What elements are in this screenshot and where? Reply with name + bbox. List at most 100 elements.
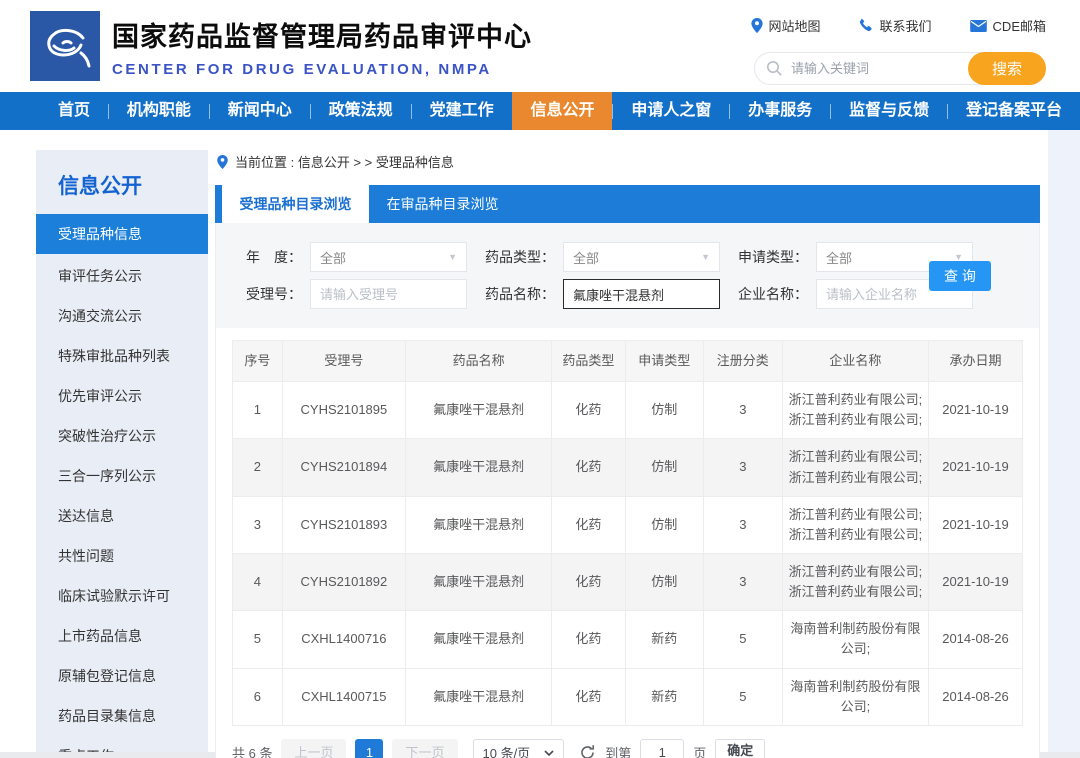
content-panel: 年 度： 全部 ▼ 药品类型： 全部 ▼ 申请类型： 全部 ▼ 受理号： 请输入… xyxy=(215,223,1040,758)
table-cell: 化药 xyxy=(551,381,626,440)
table-cell: 3 xyxy=(232,495,283,554)
page-number-button[interactable]: 1 xyxy=(355,738,384,758)
tab-bar: 受理品种目录浏览 在审品种目录浏览 xyxy=(215,185,1040,223)
sidebar-item-6[interactable]: 突破性治疗公示 xyxy=(36,416,208,456)
confirm-button[interactable]: 确定 xyxy=(715,738,766,758)
table-cell: 化药 xyxy=(551,495,626,554)
sidebar-menu: 受理品种信息 审评任务公示 沟通交流公示 特殊审批品种列表 优先审评公示 突破性治疗公示三… xyxy=(36,214,208,752)
table-cell: CYHS2101893 xyxy=(281,495,407,554)
nav-item-1[interactable]: 首页 xyxy=(40,92,108,130)
col-header-3: 药品名称 xyxy=(404,339,553,383)
table-cell: 2014-08-26 xyxy=(927,667,1024,726)
table-cell: CYHS2101895 xyxy=(281,381,407,440)
nav-item-10[interactable]: 登记备案平台 xyxy=(948,92,1080,130)
sidebar-item-7[interactable]: 三合一序列公示 xyxy=(36,456,208,496)
sidebar-item-2[interactable]: 审评任务公示 xyxy=(36,256,208,296)
table-row-3[interactable]: 3 CYHS2101893 氟康唑干混悬剂 化药 仿制 3 浙江普利药业有限公司;浙江普利药… xyxy=(232,495,1024,554)
drug-name-input[interactable] xyxy=(563,279,720,309)
table-cell: 仿制 xyxy=(624,552,704,612)
filter-row-1: 年 度： 全部 ▼ 药品类型： 全部 ▼ 申请类型： 全部 ▼ xyxy=(228,242,1021,272)
prev-page-button[interactable]: 上一页 xyxy=(281,738,347,758)
table-cell: 化药 xyxy=(551,667,626,726)
nav-item-8[interactable]: 办事服务 xyxy=(730,92,830,130)
table-cell: 氟康唑干混悬剂 xyxy=(404,667,553,726)
table-cell: 5 xyxy=(232,610,283,669)
table-cell: 6 xyxy=(232,667,283,726)
sidebar: 信息公开 受理品种信息 审评任务公示 沟通交流公示 特殊审批品种列表 优先审评公示 突破性… xyxy=(36,150,208,752)
sidebar-item-11[interactable]: 上市药品信息 xyxy=(36,616,208,656)
sidebar-item-10[interactable]: 临床试验默示许可 xyxy=(36,576,208,616)
col-header-5: 申请类型 xyxy=(624,339,704,383)
filter-acceptance-no: 受理号： xyxy=(228,279,467,309)
table-cell: 2021-10-19 xyxy=(927,381,1024,440)
filter-row-2: 受理号： 药品名称： 企业名称： xyxy=(228,279,1021,309)
apply-type-value: 全部 xyxy=(826,250,853,266)
nav-item-2[interactable]: 机构职能 xyxy=(109,92,209,130)
year-select[interactable]: 全部 ▼ xyxy=(310,242,467,272)
sidebar-item-12[interactable]: 原辅包登记信息 xyxy=(36,656,208,696)
next-page-button[interactable]: 下一页 xyxy=(392,738,458,758)
company-name-label: 企业名称： xyxy=(738,286,808,302)
mail-icon xyxy=(969,19,987,32)
table-row-6[interactable]: 6 CXHL1400715 氟康唑干混悬剂 化药 新药 5 海南普利制药股份有限公司; 201… xyxy=(232,667,1024,726)
col-header-4: 药品类型 xyxy=(551,339,626,383)
table-row-2[interactable]: 2 CYHS2101894 氟康唑干混悬剂 化药 仿制 3 浙江普利药业有限公司;浙江普利药… xyxy=(232,438,1024,497)
phone-icon xyxy=(859,18,872,32)
table-cell: 新药 xyxy=(624,610,704,669)
nav-item-9[interactable]: 监督与反馈 xyxy=(831,92,947,130)
page-size-value: 10 条/页 xyxy=(482,746,531,758)
page-size-select[interactable]: 10 条/页 xyxy=(472,738,565,758)
sidebar-item-14[interactable]: 重点工作 xyxy=(36,736,208,752)
table-row-1[interactable]: 1 CYHS2101895 氟康唑干混悬剂 化药 仿制 3 浙江普利药业有限公司;浙江普利药… xyxy=(232,381,1024,440)
sidebar-item-13[interactable]: 药品目录集信息 xyxy=(36,696,208,736)
drug-type-value: 全部 xyxy=(573,250,600,266)
table-cell: 浙江普利药业有限公司;浙江普利药业有限公司; xyxy=(781,381,929,440)
filter-drug-name: 药品名称： xyxy=(481,279,720,309)
sidebar-item-1[interactable]: 受理品种信息 xyxy=(36,214,208,254)
contact-link[interactable]: 联系我们 xyxy=(859,16,932,35)
site-title: 国家药品监督管理局药品审评中心 xyxy=(112,22,532,52)
col-header-1: 序号 xyxy=(232,339,283,383)
nav-item-6[interactable]: 信息公开 xyxy=(512,92,613,130)
table-cell: 浙江普利药业有限公司;浙江普利药业有限公司; xyxy=(781,552,929,612)
table-row-4[interactable]: 4 CYHS2101892 氟康唑干混悬剂 化药 仿制 3 浙江普利药业有限公司;浙江普利药… xyxy=(232,552,1024,612)
drug-type-select[interactable]: 全部 ▼ xyxy=(563,242,720,272)
main-content: 当前位置 : 信息公开 > > 受理品种信息 受理品种目录浏览 在审品种目录浏览 … xyxy=(215,150,1040,758)
header-links: 网站地图 联系我们 CDE邮箱 xyxy=(750,16,1046,35)
nav-item-5[interactable]: 党建工作 xyxy=(412,92,512,130)
tab-2[interactable]: 在审品种目录浏览 xyxy=(369,185,516,223)
table-cell: 海南普利制药股份有限公司; xyxy=(781,667,929,726)
pagination: 共 6 条 上一页 1 下一页 10 条/页 到第 页 确定 xyxy=(216,725,1039,758)
location-pin-icon xyxy=(217,154,228,169)
acceptance-no-input[interactable] xyxy=(310,279,467,309)
table-cell: 5 xyxy=(702,667,783,726)
sitemap-link[interactable]: 网站地图 xyxy=(750,16,821,35)
nav-item-3[interactable]: 新闻中心 xyxy=(210,92,310,130)
sidebar-item-9[interactable]: 共性问题 xyxy=(36,536,208,576)
sidebar-item-4[interactable]: 特殊审批品种列表 xyxy=(36,336,208,376)
search-button[interactable]: 搜索 xyxy=(968,52,1046,85)
tab-1[interactable]: 受理品种目录浏览 xyxy=(222,185,369,223)
table-cell: 2021-10-19 xyxy=(927,438,1024,497)
site-title-block: 国家药品监督管理局药品审评中心 CENTER FOR DRUG EVALUATI… xyxy=(112,15,532,78)
table-cell: 浙江普利药业有限公司;浙江普利药业有限公司; xyxy=(781,495,929,554)
header-search: 搜索 xyxy=(754,52,1046,85)
table-row-5[interactable]: 5 CXHL1400716 氟康唑干混悬剂 化药 新药 5 海南普利制药股份有限公司; 201… xyxy=(232,610,1024,669)
sidebar-title: 信息公开 xyxy=(58,175,142,198)
nav-item-7[interactable]: 申请人之窗 xyxy=(613,92,729,130)
sidebar-item-8[interactable]: 送达信息 xyxy=(36,496,208,536)
col-header-8: 承办日期 xyxy=(927,339,1024,383)
goto-page-input[interactable] xyxy=(640,738,685,758)
sitemap-label: 网站地图 xyxy=(768,19,821,34)
nav-item-4[interactable]: 政策法规 xyxy=(311,92,411,130)
refresh-button[interactable] xyxy=(579,744,596,758)
logo-fish-icon xyxy=(47,29,91,68)
chevron-down-icon xyxy=(544,750,554,756)
query-button[interactable]: 查 询 xyxy=(929,260,991,291)
sidebar-item-3[interactable]: 沟通交流公示 xyxy=(36,296,208,336)
col-header-6: 注册分类 xyxy=(702,339,783,383)
filter-year: 年 度： 全部 ▼ xyxy=(228,242,467,272)
sidebar-item-5[interactable]: 优先审评公示 xyxy=(36,376,208,416)
year-value: 全部 xyxy=(320,250,347,266)
cde-mail-link[interactable]: CDE邮箱 xyxy=(969,16,1046,35)
